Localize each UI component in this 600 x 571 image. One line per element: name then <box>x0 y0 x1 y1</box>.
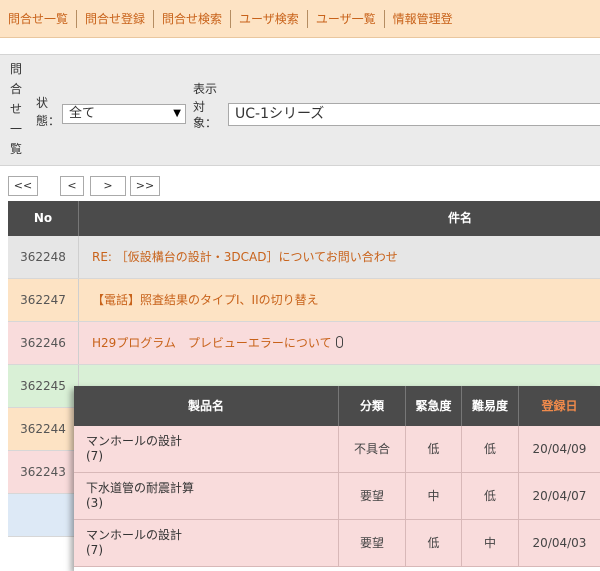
popup-row[interactable]: 下水道管の耐震計算 (3) 要望中低 20/04/07 <box>74 473 600 520</box>
tab-inquiry-list[interactable]: 問合せ一覧 <box>0 9 78 28</box>
row-subject-text: RE: ［仮設構台の設計・3DCAD］についてお問い合わせ <box>92 250 398 264</box>
table-row[interactable]: 362247 【電話】照査結果のタイプI、IIの切り替え <box>8 279 600 322</box>
column-header-difficulty[interactable]: 難易度 <box>462 386 519 426</box>
status-select-value: 全て <box>69 106 96 121</box>
inquiry-list-label: 問 合 せ 一 覧 <box>10 62 22 162</box>
label-char: 一 <box>10 122 23 136</box>
category-cell: 不具合 <box>339 426 406 473</box>
table-row[interactable]: 362248 RE: ［仮設構台の設計・3DCAD］についてお問い合わせ <box>8 236 600 279</box>
table-row[interactable]: 362246 H29プログラム プレビューエラーについて <box>8 322 600 365</box>
reg-date-cell: 20/04/07 <box>532 489 587 503</box>
urgency-cell: 低 <box>406 520 462 567</box>
row-number: 362247 <box>8 279 79 321</box>
pager-first-button[interactable]: << <box>8 176 38 196</box>
row-subject-link[interactable]: 【電話】照査結果のタイプI、IIの切り替え <box>92 279 319 322</box>
category-cell: 要望 <box>339 473 406 520</box>
display-target-input[interactable]: UC-1シリーズ <box>228 103 600 126</box>
urgency-cell: 低 <box>406 426 462 473</box>
row-number: 362243 <box>8 451 79 493</box>
row-subject-text: H29プログラム プレビューエラーについて <box>92 336 332 350</box>
category-cell: 要望 <box>339 520 406 567</box>
pager-prev-button[interactable]: < <box>60 176 84 196</box>
paperclip-icon <box>335 336 343 348</box>
column-header-subject[interactable]: 件名 <box>448 201 472 236</box>
dropdown-arrow-icon: ▼ <box>173 108 181 119</box>
menu-tab-bar: 問合せ一覧 問合せ登録 問合せ検索 ユーザ検索 ユーザ一覧 情報管理登 <box>0 0 600 38</box>
display-target-label: 表示 対 象： <box>193 82 217 131</box>
label-char: 象： <box>193 116 218 130</box>
row-number <box>8 494 79 536</box>
product-popup-table: 製品名 分類 緊急度 難易度 登録日 マンホールの設計 (7) 不具合低低 20/04… <box>74 386 600 571</box>
label-char: 問 <box>10 62 23 76</box>
row-number: 362248 <box>8 236 79 278</box>
tab-info-management[interactable]: 情報管理登 <box>385 10 461 28</box>
product-name-cell: マンホールの設計 (7) <box>74 520 339 567</box>
label-char: 対 <box>193 100 206 114</box>
row-number: 362244 <box>8 408 79 450</box>
table-header: No 件名 <box>8 201 600 236</box>
column-header-category[interactable]: 分類 <box>339 386 406 426</box>
popup-row[interactable]: マンホールの設計 (7) 要望低中 20/04/03 <box>74 520 600 567</box>
product-name-cell: 下水道管の耐震計算 (3) <box>74 473 339 520</box>
reg-date-cell: 20/04/09 <box>532 442 587 456</box>
product-count: (7) <box>86 449 103 463</box>
pager-last-button[interactable]: >> <box>130 176 160 196</box>
product-count: (3) <box>86 496 103 510</box>
label-char: 状 <box>36 96 49 110</box>
row-subject-link[interactable]: RE: ［仮設構台の設計・3DCAD］についてお問い合わせ <box>92 236 398 279</box>
product-name-cell: マンホールの設計 (7) <box>74 426 339 473</box>
product-name: 下水道管の耐震計算 <box>86 481 195 495</box>
product-count: (7) <box>86 543 103 557</box>
tab-inquiry-search[interactable]: 問合せ検索 <box>154 9 232 28</box>
pager-next-button[interactable]: > <box>90 176 126 196</box>
column-header-no[interactable]: No <box>8 201 79 236</box>
label-char: 覧 <box>10 142 23 156</box>
column-header-product[interactable]: 製品名 <box>74 386 339 426</box>
reg-date-cell: 20/04/03 <box>532 536 587 550</box>
status-select[interactable]: 全て ▼ <box>62 104 186 124</box>
label-char: せ <box>10 102 23 116</box>
column-header-reg-date[interactable]: 登録日 <box>519 386 600 426</box>
popup-row[interactable]: マンホールの設計 (7) 不具合低低 20/04/09 <box>74 426 600 473</box>
row-subject-text: 【電話】照査結果のタイプI、IIの切り替え <box>92 293 319 307</box>
tab-inquiry-register[interactable]: 問合せ登録 <box>77 9 155 28</box>
row-number: 362246 <box>8 322 79 364</box>
tab-user-list[interactable]: ユーザ一覧 <box>308 9 385 28</box>
difficulty-cell: 低 <box>462 473 519 520</box>
label-char: 合 <box>10 82 23 96</box>
column-header-urgency[interactable]: 緊急度 <box>406 386 462 426</box>
popup-header: 製品名 分類 緊急度 難易度 登録日 <box>74 386 600 426</box>
tab-user-search[interactable]: ユーザ検索 <box>231 9 308 28</box>
row-number: 362245 <box>8 365 79 407</box>
label-char: 表示 <box>193 82 218 96</box>
status-label: 状 態： <box>24 96 60 129</box>
difficulty-cell: 中 <box>462 520 519 567</box>
product-name: マンホールの設計 <box>86 434 183 448</box>
row-subject-link[interactable]: H29プログラム プレビューエラーについて <box>92 322 343 365</box>
label-char: 態： <box>36 114 61 128</box>
difficulty-cell: 低 <box>462 426 519 473</box>
product-name: マンホールの設計 <box>86 528 183 542</box>
urgency-cell: 中 <box>406 473 462 520</box>
